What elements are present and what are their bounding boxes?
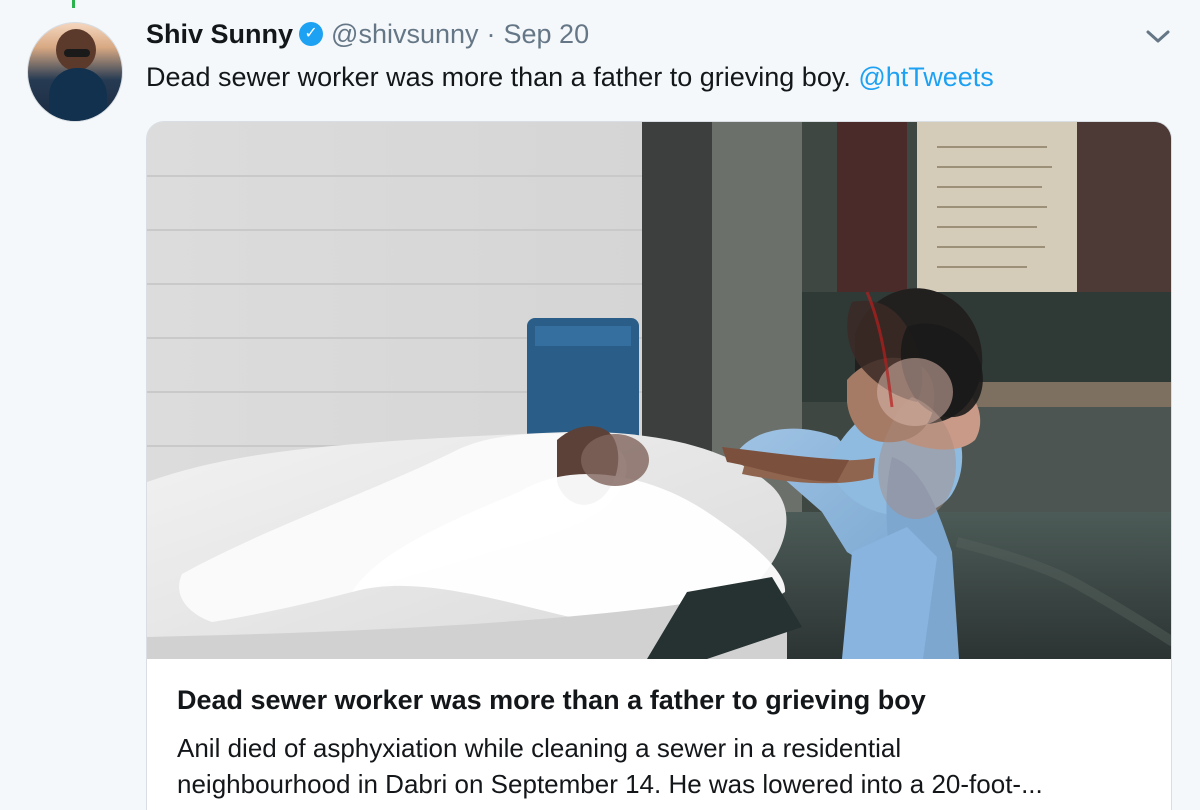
thread-line	[72, 0, 75, 8]
tweet-header: Shiv Sunny ✓ @shivsunny · Sep 20	[146, 16, 589, 52]
tweet: Shiv Sunny ✓ @shivsunny · Sep 20 Dead se…	[0, 0, 1200, 810]
card-photo-illustration	[147, 122, 1171, 659]
chevron-down-icon	[1146, 30, 1170, 43]
verified-badge-icon: ✓	[299, 22, 324, 46]
link-preview-card[interactable]: Dead sewer worker was more than a father…	[146, 121, 1172, 810]
tweet-text: Dead sewer worker was more than a father…	[146, 58, 994, 96]
card-description-line-2: neighbourhood in Dabri on September 14. …	[177, 769, 1043, 799]
tweet-menu-button[interactable]	[1144, 24, 1172, 48]
avatar-glasses-icon	[64, 49, 90, 57]
author-handle[interactable]: @shivsunny	[331, 19, 478, 50]
header-separator: ·	[486, 18, 496, 49]
card-title[interactable]: Dead sewer worker was more than a father…	[177, 685, 926, 716]
author-display-name[interactable]: Shiv Sunny	[146, 19, 293, 50]
tweet-date[interactable]: Sep 20	[504, 19, 590, 50]
tweet-body-text: Dead sewer worker was more than a father…	[146, 62, 859, 92]
card-description: Anil died of asphyxiation while cleaning…	[177, 730, 1147, 802]
mention-link[interactable]: @htTweets	[858, 62, 993, 92]
card-description-line-1: Anil died of asphyxiation while cleaning…	[177, 733, 902, 763]
author-avatar[interactable]	[27, 22, 123, 122]
card-image[interactable]	[147, 122, 1171, 659]
